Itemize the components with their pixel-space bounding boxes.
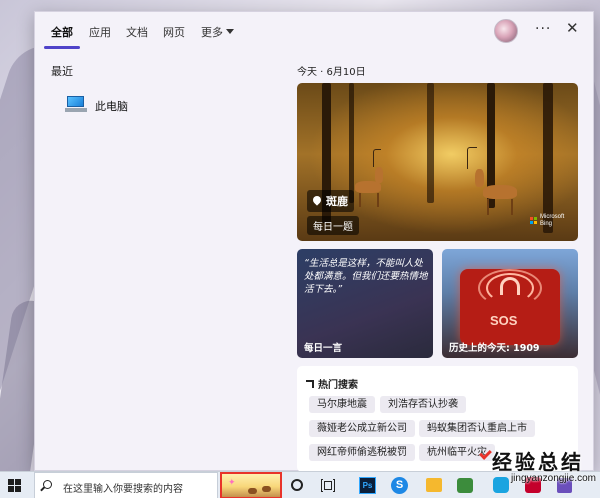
microsoft-logo-icon bbox=[530, 217, 538, 225]
location-badge[interactable]: 斑鹿 bbox=[307, 190, 354, 212]
tab-all[interactable]: 全部 bbox=[51, 24, 73, 40]
trending-icon bbox=[306, 380, 314, 388]
daily-quiz-label[interactable]: 每日一题 bbox=[307, 216, 359, 235]
search-panel: 全部 应用 文档 网页 更多 ··· ✕ 最近 此电脑 今天 · 6月10日 斑… bbox=[34, 11, 594, 472]
tab-bar: 全部 应用 文档 网页 更多 ··· ✕ bbox=[35, 12, 593, 49]
sos-text: SOS bbox=[490, 313, 518, 328]
deer-leg bbox=[487, 199, 489, 215]
history-card-label: 历史上的今天: 1909 bbox=[449, 343, 540, 354]
checkmark-icon bbox=[479, 447, 492, 460]
cortana-icon[interactable] bbox=[291, 479, 303, 491]
tab-more[interactable]: 更多 bbox=[201, 24, 234, 40]
forest-tree bbox=[427, 83, 434, 203]
more-options-button[interactable]: ··· bbox=[535, 21, 551, 37]
location-label: 斑鹿 bbox=[326, 195, 348, 208]
hot-search-chip[interactable]: 薇娅老公成立新公司 bbox=[309, 420, 415, 437]
deer-leg bbox=[359, 193, 361, 207]
hot-search-chip[interactable]: 蚂蚁集团否认重启上市 bbox=[419, 420, 535, 437]
search-icon bbox=[43, 480, 52, 489]
mini-deer bbox=[248, 488, 257, 494]
photoshop-icon[interactable]: Ps bbox=[359, 477, 376, 494]
daily-quote-card[interactable]: “生活总是这样，不能叫人处处都满意。但我们还要热情地活下去。” 每日一言 bbox=[297, 249, 433, 358]
task-view-icon[interactable] bbox=[321, 479, 335, 492]
history-today-card[interactable]: SOS 历史上的今天: 1909 bbox=[442, 249, 578, 358]
forest-tree bbox=[543, 83, 553, 233]
deer-leg bbox=[377, 193, 379, 207]
deer-left-neck bbox=[375, 167, 383, 183]
microsoft-bing-brand: Microsoft Bing bbox=[540, 214, 564, 228]
recent-item-label: 此电脑 bbox=[95, 100, 128, 113]
quote-card-label: 每日一言 bbox=[304, 343, 343, 354]
brand-line-1: Microsoft bbox=[540, 214, 565, 220]
tab-web[interactable]: 网页 bbox=[163, 24, 185, 40]
deer-antler bbox=[373, 149, 381, 167]
hot-search-chip[interactable]: 马尔康地震 bbox=[309, 396, 375, 413]
deer-right bbox=[483, 185, 517, 199]
bing-daily-image-card[interactable]: 斑鹿 每日一题 Microsoft Bing bbox=[297, 83, 578, 241]
recent-heading: 最近 bbox=[51, 65, 73, 78]
mini-deer bbox=[262, 486, 271, 492]
deer-leg bbox=[511, 199, 513, 215]
watermark-url: jingyanzongjie.com bbox=[510, 473, 596, 484]
brand-line-2: Bing bbox=[540, 221, 553, 227]
deer-right-neck bbox=[475, 169, 484, 187]
tab-documents[interactable]: 文档 bbox=[126, 24, 148, 40]
computer-icon bbox=[65, 96, 87, 112]
sos-sign-image: SOS bbox=[460, 269, 560, 345]
tab-more-label: 更多 bbox=[201, 26, 223, 39]
recent-item-this-pc[interactable]: 此电脑 bbox=[65, 96, 265, 122]
search-placeholder: 在这里输入你要搜索的内容 bbox=[63, 484, 183, 495]
deer-antler bbox=[467, 147, 477, 169]
active-tab-indicator bbox=[44, 46, 80, 49]
watermark: 经验总结 jingyanzongjie.com bbox=[424, 446, 596, 486]
hot-search-chip[interactable]: 网红帝师偷逃税被罚 bbox=[309, 444, 415, 461]
watermark-title: 经验总结 bbox=[492, 450, 584, 474]
location-pin-icon bbox=[311, 194, 323, 206]
search-highlight-thumbnail[interactable]: ✦ bbox=[220, 472, 282, 498]
forest-tree bbox=[349, 83, 354, 203]
avatar[interactable] bbox=[494, 19, 518, 43]
hot-search-title: 热门搜索 bbox=[318, 380, 358, 391]
taskbar-search-input[interactable]: 在这里输入你要搜索的内容 bbox=[34, 472, 218, 498]
quote-text: “生活总是这样，不能叫人处处都满意。但我们还要热情地活下去。” bbox=[304, 258, 428, 295]
close-icon[interactable]: ✕ bbox=[566, 19, 579, 37]
today-date: 今天 · 6月10日 bbox=[297, 67, 366, 78]
hot-search-chip[interactable]: 刘浩存否认抄袭 bbox=[380, 396, 466, 413]
windows-start-icon[interactable] bbox=[8, 479, 22, 493]
signal-wave bbox=[478, 269, 542, 307]
tab-apps[interactable]: 应用 bbox=[89, 24, 111, 40]
browser-icon[interactable]: S bbox=[391, 477, 408, 494]
sparkle-icon: ✦ bbox=[228, 478, 236, 488]
hot-search-heading: 热门搜索 bbox=[306, 376, 358, 391]
chevron-down-icon bbox=[226, 29, 234, 34]
